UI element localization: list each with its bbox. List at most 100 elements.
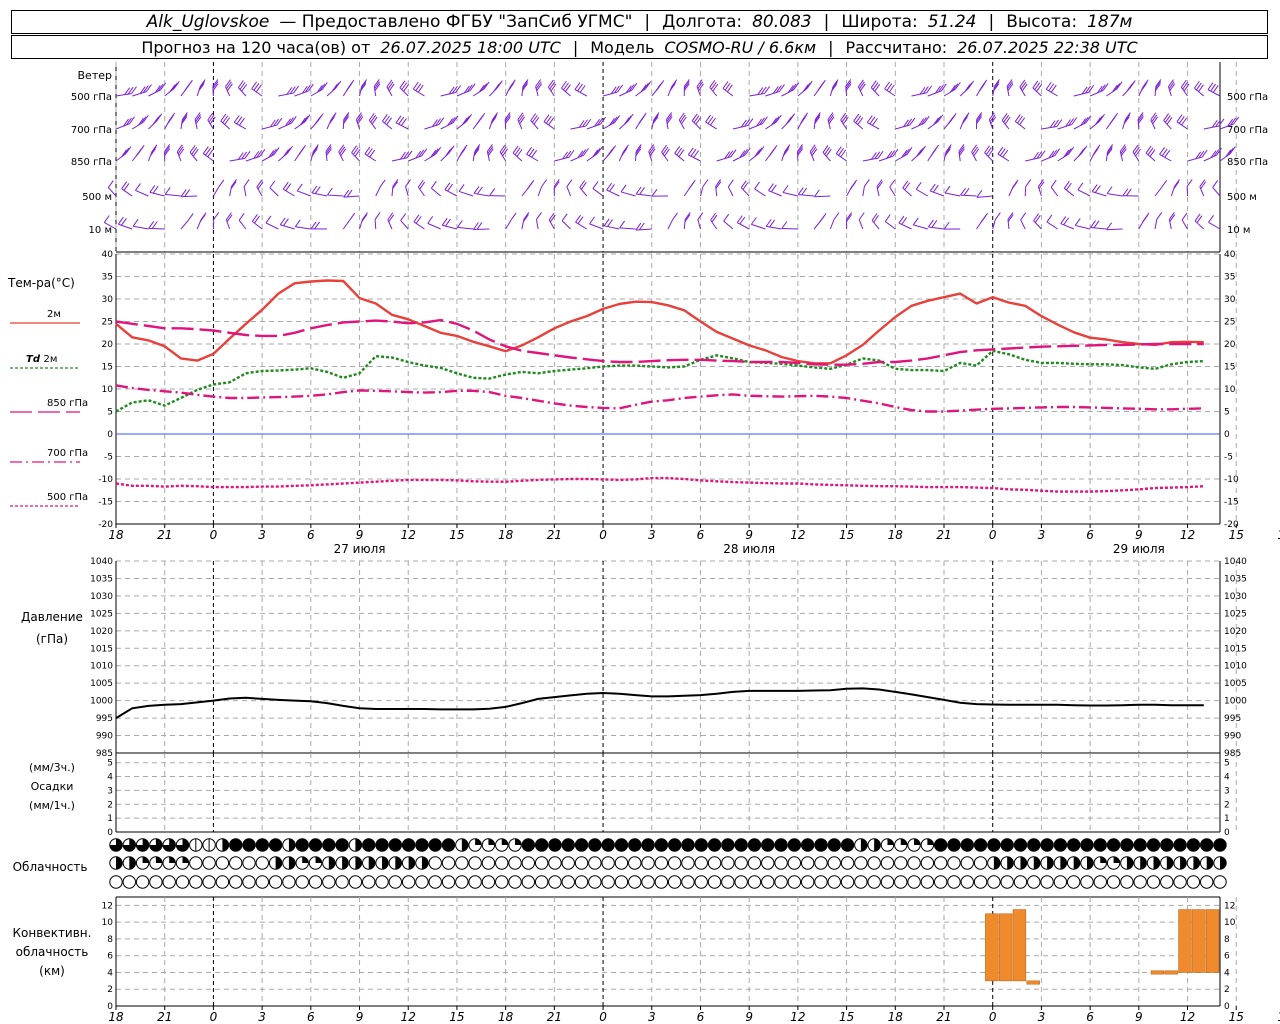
cloud-cover-symbol (1199, 875, 1214, 889)
cloud-cover-symbol (734, 856, 748, 870)
cloud-cover-symbol (787, 856, 802, 870)
cloud-cover-symbol (628, 838, 642, 852)
precip-tick-right: 3 (1224, 786, 1230, 796)
wind-barb (342, 112, 350, 130)
cloud-cover-symbol (122, 875, 137, 889)
time-tick-label: 6 (697, 1010, 705, 1024)
time-tick-label: 3 (648, 528, 656, 542)
cloud-cover-symbol (268, 875, 283, 889)
pressure-tick-left: 985 (96, 749, 113, 759)
wind-barb (781, 221, 798, 230)
precip-tick-right: 1 (1224, 814, 1230, 824)
cloud-cover-symbol (388, 838, 403, 852)
convective-bar (1192, 909, 1206, 973)
wind-barb (1199, 179, 1207, 197)
wind-barb (862, 179, 870, 197)
cloud-cover-symbol (295, 856, 309, 870)
wind-barb (351, 145, 361, 162)
wind-barb (1106, 81, 1123, 97)
wind-barb (827, 112, 835, 130)
wind-barb (661, 144, 670, 162)
wind-barb (858, 212, 865, 230)
time-tick-label: 21 (936, 528, 951, 542)
cloud-cover-symbol (854, 838, 868, 852)
convective-bar (1178, 909, 1192, 973)
cloud-cover-symbol (508, 838, 522, 852)
wind-level-label: 700 гПа (71, 125, 112, 136)
legend-label: 2м (47, 309, 61, 320)
cloud-cover-symbol (694, 856, 708, 870)
wind-barb (261, 117, 283, 130)
precip-tick-left: 4 (107, 773, 113, 783)
cloud-cover-symbol (1199, 856, 1214, 870)
temp-tick-left: 0 (107, 430, 113, 440)
cloud-cover-symbol (1106, 856, 1121, 870)
cloud-cover-symbol (508, 856, 522, 870)
cloud-cover-symbol (468, 856, 482, 870)
wind-barb (457, 220, 474, 230)
temp-tick-right: 25 (1224, 318, 1235, 328)
cloud-cover-symbol (401, 838, 416, 852)
wind-barb (765, 114, 782, 130)
cloud-cover-symbol (481, 875, 496, 889)
cloud-cover-symbol (348, 875, 363, 889)
wind-barb (342, 79, 355, 97)
time-tick-label: 15 (839, 1010, 854, 1024)
wind-barb (727, 179, 734, 197)
wind-barb (618, 113, 634, 130)
wind-barb (294, 114, 311, 130)
cloud-cover-symbol (907, 875, 921, 889)
cloud-cover-symbol (441, 856, 456, 870)
cloud-cover-symbol (747, 875, 762, 889)
wind-barb (164, 81, 180, 97)
cloud-cover-symbol (787, 838, 802, 852)
conv-tick-left: 12 (102, 901, 113, 911)
cloud-cover-symbol (268, 856, 283, 870)
cloud-cover-symbol (1013, 856, 1028, 870)
precip-tick-left: 3 (107, 786, 113, 796)
header-forecast-row: Прогноз на 120 часа(ов) от 26.07.2025 18… (11, 35, 1268, 59)
wind-barb (521, 212, 530, 230)
station-name: Alk_Uglovskoe (146, 12, 270, 32)
cloudiness-title: Облачность (13, 860, 88, 874)
cloud-cover-symbol (614, 856, 629, 870)
wind-barb (456, 114, 473, 130)
time-tick-label: 9 (356, 1010, 364, 1024)
cloud-cover-symbol (1160, 856, 1174, 870)
convective-bar (1205, 909, 1220, 973)
cloud-cover-symbol (135, 856, 150, 870)
cloud-cover-symbol (641, 856, 655, 870)
wind-level-label: 500 гПа (71, 92, 112, 103)
wind-barb (343, 189, 360, 198)
cloud-cover-symbol (614, 875, 629, 889)
wind-barb (1137, 112, 1144, 130)
wind-barb (944, 185, 961, 197)
legend-label: 700 гПа (47, 448, 88, 459)
meteogram-chart: Ветер 500 гПа 500 гПа 700 гПа 700 гПа 850 гПа… (7, 62, 1280, 1024)
convective-bar (1026, 980, 1040, 985)
wind-barb (364, 146, 377, 162)
cloud-cover-symbol (1066, 875, 1081, 889)
time-tick-label: 3 (1038, 1010, 1046, 1024)
wind-level-label: 10 м (89, 225, 112, 236)
cloud-cover-symbol (721, 875, 735, 889)
cloud-cover-symbol (694, 875, 708, 889)
cloud-cover-symbol (229, 856, 243, 870)
cloud-cover-symbol (1146, 838, 1161, 852)
wind-barb (1138, 79, 1149, 97)
wind-barb (1019, 79, 1028, 97)
time-tick-label: 18 (888, 1010, 904, 1024)
wind-barb (1007, 212, 1014, 230)
cloud-cover-symbol (322, 856, 336, 870)
wind-barb (1154, 79, 1162, 97)
cloud-cover-symbol (654, 875, 669, 889)
wind-barb (699, 179, 709, 197)
wind-barb (220, 113, 231, 130)
legend-label-text: 2м (47, 309, 61, 320)
pressure-tick-right: 1005 (1224, 679, 1247, 689)
cloud-cover-symbol (641, 875, 655, 889)
wind-level-label-right: 10 м (1227, 225, 1250, 236)
wind-barb (618, 144, 629, 162)
cloud-cover-symbol (734, 838, 748, 852)
cloud-cover-symbol (1213, 838, 1227, 852)
